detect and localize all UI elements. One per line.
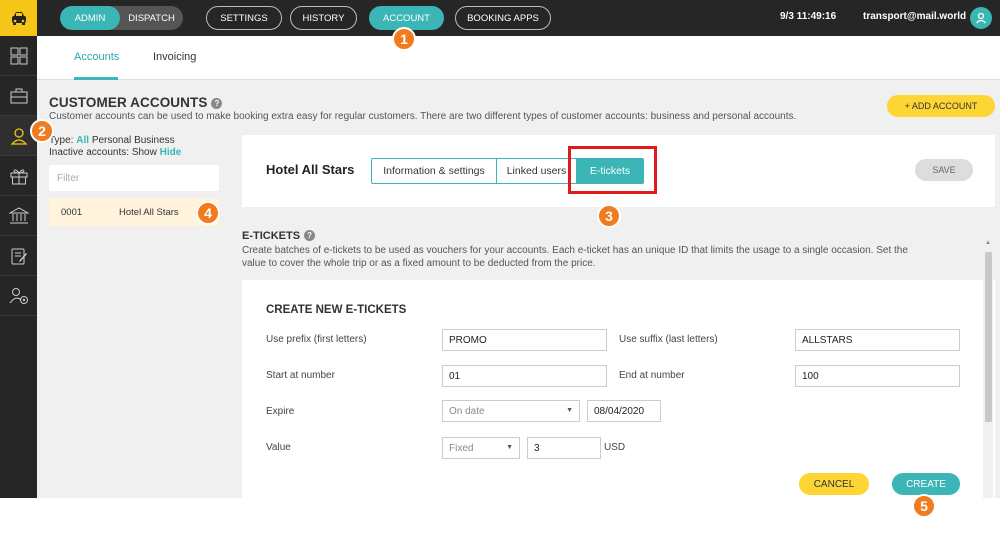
expire-select-value: On date (449, 405, 485, 417)
start-number-label: Start at number (266, 370, 335, 381)
grid-icon[interactable] (0, 36, 37, 76)
help-icon[interactable]: ? (304, 230, 316, 241)
filter-input[interactable]: Filter (49, 165, 219, 191)
form-title: CREATE NEW E-TICKETS (266, 304, 407, 316)
inactive-label: Inactive accounts: (49, 147, 130, 158)
suffix-label: Use suffix (last letters) (619, 334, 718, 345)
filter-inactive-hide[interactable]: Hide (160, 147, 182, 158)
bank-icon[interactable] (0, 196, 37, 236)
account-filters: Type: All Personal Business Inactive acc… (49, 135, 181, 159)
user-settings-icon[interactable] (0, 276, 37, 316)
expire-label: Expire (266, 406, 295, 417)
end-number-input[interactable]: 100 (795, 365, 960, 387)
gift-icon[interactable] (0, 156, 37, 196)
add-account-button[interactable]: + ADD ACCOUNT (887, 95, 995, 117)
prefix-input[interactable]: PROMO (442, 329, 607, 351)
nav-history[interactable]: HISTORY (290, 6, 357, 30)
nav-booking-apps[interactable]: BOOKING APPS (455, 6, 551, 30)
expire-select[interactable]: On date ▼ (442, 400, 580, 422)
taxi-icon[interactable] (0, 0, 37, 36)
section-title: E-TICKETS? (242, 230, 316, 242)
chevron-down-icon: ▼ (506, 444, 513, 451)
cancel-button[interactable]: CANCEL (799, 473, 869, 495)
user-icon[interactable] (970, 7, 992, 29)
filter-inactive-show[interactable]: Show (132, 147, 157, 158)
value-type-select[interactable]: Fixed ▼ (442, 437, 520, 459)
page-title-text: CUSTOMER ACCOUNTS (49, 95, 208, 110)
tab-accounts[interactable]: Accounts (74, 51, 119, 63)
account-title: Hotel All Stars (266, 162, 355, 177)
page-description: Customer accounts can be used to make bo… (49, 111, 797, 122)
marker-3: 3 (597, 204, 621, 228)
datetime: 9/3 11:49:16 (780, 11, 837, 22)
start-number-input[interactable]: 01 (442, 365, 607, 387)
scroll-up-icon[interactable]: ▲ (983, 240, 993, 250)
tab-linked-users[interactable]: Linked users (497, 159, 577, 183)
nav-settings[interactable]: SETTINGS (206, 6, 282, 30)
highlight-box (568, 146, 657, 194)
user-email[interactable]: transport@mail.world (863, 11, 966, 22)
help-icon[interactable]: ? (211, 98, 223, 109)
marker-1: 1 (392, 27, 416, 51)
main-content: CUSTOMER ACCOUNTS? Customer accounts can… (37, 80, 1000, 498)
tab-information-settings[interactable]: Information & settings (372, 159, 497, 183)
value-type-select-value: Fixed (449, 442, 474, 454)
filter-type-all[interactable]: All (76, 135, 89, 146)
value-label: Value (266, 442, 291, 453)
create-e-tickets-form: CREATE NEW E-TICKETS Use prefix (first l… (242, 280, 995, 498)
account-id: 0001 (61, 207, 83, 218)
mode-admin[interactable]: ADMIN (60, 6, 120, 30)
marker-2: 2 (30, 119, 54, 143)
type-label: Type: (49, 135, 74, 146)
create-button[interactable]: CREATE (892, 473, 960, 495)
briefcase-icon[interactable] (0, 76, 37, 116)
suffix-input[interactable]: ALLSTARS (795, 329, 960, 351)
save-button[interactable]: SAVE (915, 159, 973, 181)
filter-type-personal[interactable]: Personal (92, 135, 131, 146)
scrollbar-thumb[interactable] (985, 252, 992, 422)
prefix-label: Use prefix (first letters) (266, 334, 367, 345)
sidebar (0, 36, 37, 498)
expire-date-input[interactable]: 08/04/2020 (587, 400, 661, 422)
value-amount-input[interactable]: 3 (527, 437, 601, 459)
tab-invoicing[interactable]: Invoicing (153, 51, 196, 63)
filter-type-business[interactable]: Business (134, 135, 175, 146)
sub-navigation: Accounts Invoicing (37, 36, 1000, 80)
section-title-text: E-TICKETS (242, 230, 301, 242)
chevron-down-icon: ▼ (566, 407, 573, 414)
page-title: CUSTOMER ACCOUNTS? (49, 95, 223, 110)
mode-dispatch[interactable]: DISPATCH (120, 6, 183, 30)
scrollbar[interactable]: ▲ (983, 240, 993, 498)
account-name: Hotel All Stars (119, 207, 179, 218)
section-description: Create batches of e-tickets to be used a… (242, 245, 908, 269)
marker-5: 5 (912, 494, 936, 518)
currency-label: USD (604, 442, 626, 453)
account-list-item[interactable]: 0001 Hotel All Stars (49, 198, 219, 226)
marker-4: 4 (196, 201, 220, 225)
end-number-label: End at number (619, 370, 685, 381)
mode-switch[interactable]: ADMIN DISPATCH (60, 6, 183, 30)
edit-document-icon[interactable] (0, 236, 37, 276)
top-bar: ADMIN DISPATCH SETTINGS HISTORY ACCOUNT … (0, 0, 1000, 36)
